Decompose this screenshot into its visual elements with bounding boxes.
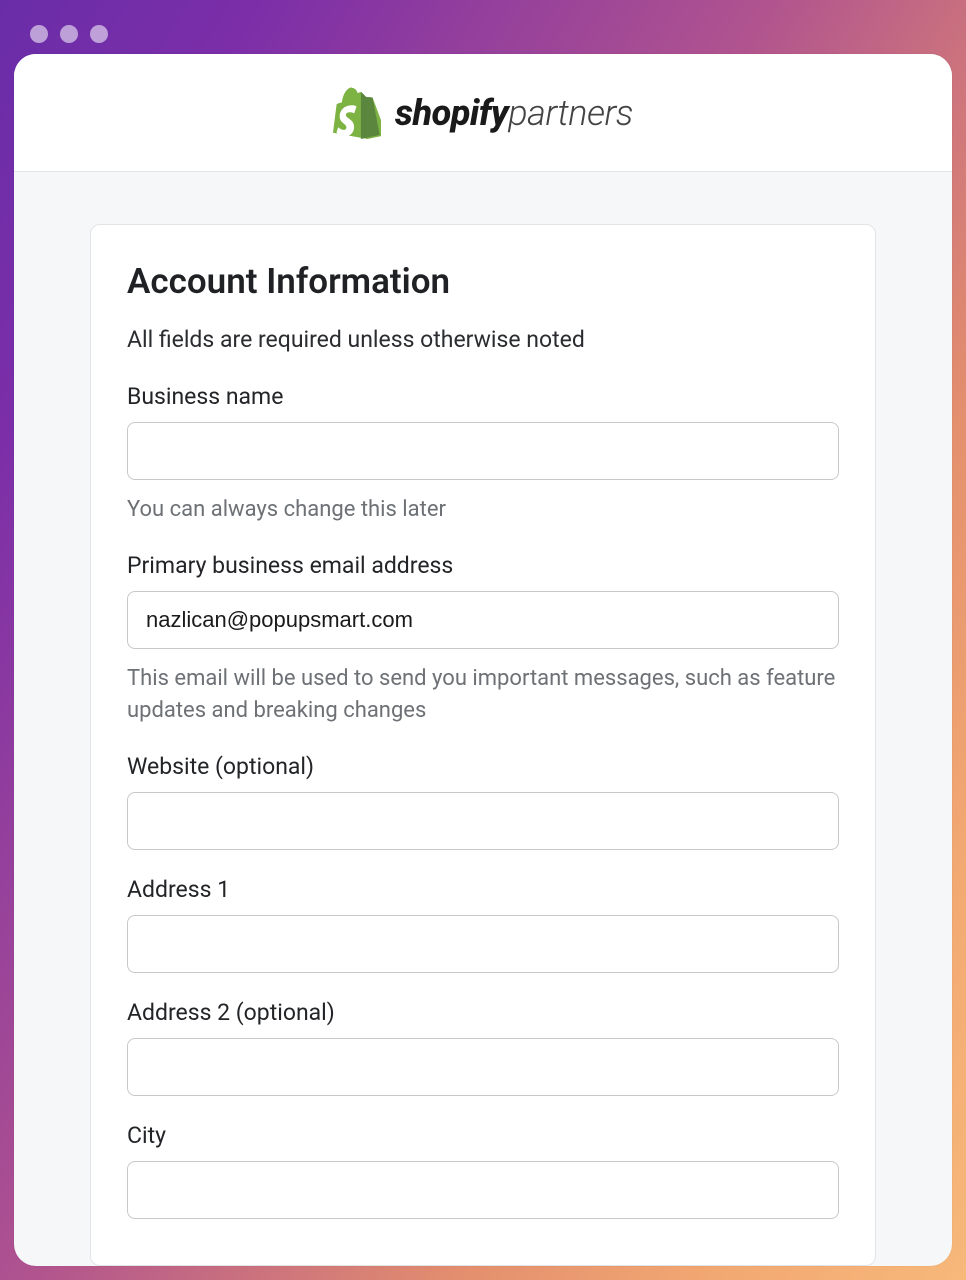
field-address2: Address 2 (optional) [127,999,839,1096]
form-note: All fields are required unless otherwise… [127,326,839,353]
business-name-help: You can always change this later [127,494,839,526]
content-area: Account Information All fields are requi… [14,172,952,1266]
window-minimize-icon[interactable] [60,25,78,43]
city-label: City [127,1122,839,1149]
website-label: Website (optional) [127,753,839,780]
shopify-bag-icon [333,86,381,140]
address2-input[interactable] [127,1038,839,1096]
brand-logo: shopifypartners [333,86,633,140]
business-name-input[interactable] [127,422,839,480]
city-input[interactable] [127,1161,839,1219]
email-input[interactable] [127,591,839,649]
field-address1: Address 1 [127,876,839,973]
page-header: shopifypartners [14,54,952,172]
email-help: This email will be used to send you impo… [127,663,839,727]
window-titlebar [14,14,952,54]
window-close-icon[interactable] [30,25,48,43]
browser-frame: shopifypartners Account Information All … [0,0,966,1280]
address1-label: Address 1 [127,876,839,903]
field-city: City [127,1122,839,1219]
brand-word-partners: partners [508,92,633,134]
app-window: shopifypartners Account Information All … [14,54,952,1266]
form-heading: Account Information [127,261,839,302]
business-name-label: Business name [127,383,839,410]
brand-text: shopifypartners [395,92,633,134]
address1-input[interactable] [127,915,839,973]
email-label: Primary business email address [127,552,839,579]
website-input[interactable] [127,792,839,850]
field-email: Primary business email address This emai… [127,552,839,727]
address2-label: Address 2 (optional) [127,999,839,1026]
account-info-card: Account Information All fields are requi… [90,224,876,1266]
field-business-name: Business name You can always change this… [127,383,839,526]
brand-word-shopify: shopify [395,92,508,134]
field-website: Website (optional) [127,753,839,850]
window-maximize-icon[interactable] [90,25,108,43]
